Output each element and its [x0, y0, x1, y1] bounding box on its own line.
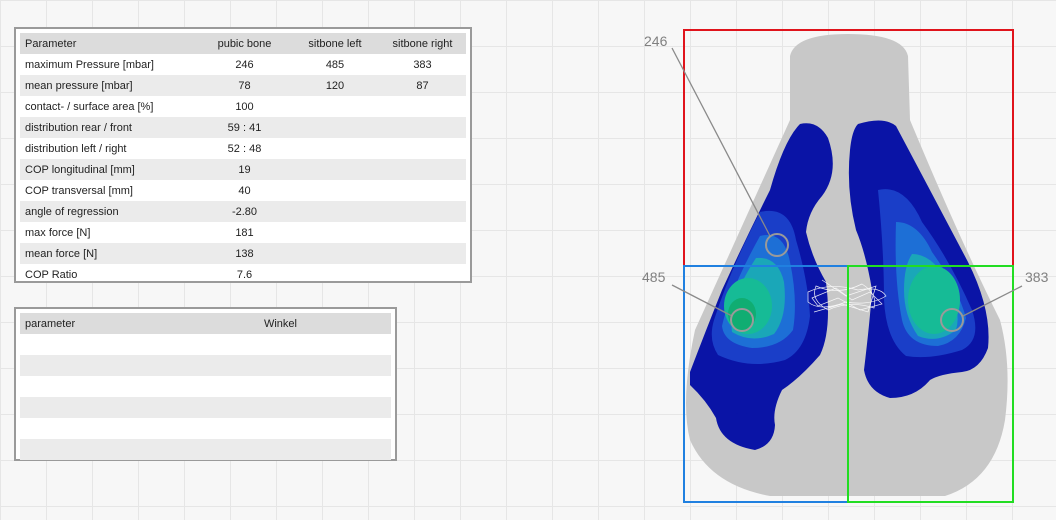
callout-sitbone-left-value: 485 [642, 269, 666, 285]
callout-pubic-bone-value: 246 [644, 33, 668, 49]
pressure-map[interactable]: 246 485 383 [0, 0, 1056, 520]
callout-sitbone-right-value: 383 [1025, 269, 1049, 285]
